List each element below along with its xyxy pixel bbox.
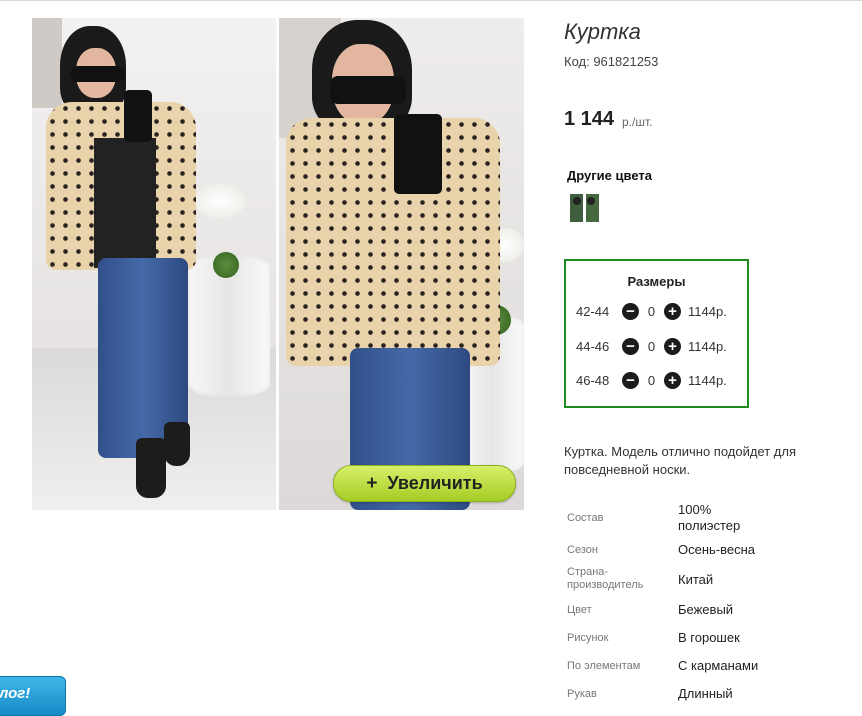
spec-key: По элементам	[567, 660, 641, 672]
product-title: Куртка	[564, 19, 641, 44]
spec-key: Страна-производитель	[567, 566, 644, 591]
size-row: 46-48 − 0 + 1144р.	[576, 369, 727, 391]
photo-poster	[32, 18, 62, 108]
minus-icon[interactable]: −	[622, 337, 639, 355]
spec-key: Рукав	[567, 688, 597, 700]
spec-value: В горошек	[678, 630, 740, 645]
sizes-panel: Размеры 42-44 − 0 + 1144р. 44-46 − 0 + 1…	[564, 259, 749, 408]
model-phone	[394, 114, 442, 194]
other-colors-title: Другие цвета	[567, 168, 652, 183]
size-row: 42-44 − 0 + 1144р.	[576, 300, 727, 322]
minus-icon[interactable]: −	[622, 371, 639, 389]
product-code: Код: 961821253	[564, 54, 659, 69]
plus-icon[interactable]: +	[664, 371, 681, 389]
spec-key: Цвет	[567, 604, 592, 616]
plus-icon[interactable]: +	[664, 302, 681, 320]
size-price: 1144р.	[688, 372, 727, 388]
plus-icon: +	[366, 472, 378, 494]
size-row: 44-46 − 0 + 1144р.	[576, 335, 727, 357]
spec-value: Осень-весна	[678, 542, 756, 557]
photo-plant	[213, 252, 239, 278]
size-label: 44-46	[576, 338, 610, 354]
top-divider	[0, 0, 862, 1]
model-sunglasses	[70, 66, 126, 82]
size-label: 42-44	[576, 303, 610, 319]
spec-key: Рисунок	[567, 632, 609, 644]
size-quantity: 0	[647, 372, 656, 388]
model-sunglasses	[330, 76, 406, 104]
plus-icon[interactable]: +	[664, 337, 681, 355]
blog-badge[interactable]: лог!	[0, 676, 66, 716]
product-photo[interactable]	[32, 18, 524, 510]
size-quantity: 0	[647, 338, 656, 354]
model-phone	[124, 90, 152, 142]
jacket-right	[286, 118, 500, 366]
spec-value: Бежевый	[678, 602, 734, 617]
spec-key: Состав	[567, 512, 604, 524]
zoom-label: Увеличить	[387, 473, 483, 493]
spec-key: Сезон	[567, 544, 598, 556]
boot	[136, 438, 166, 498]
zoom-button[interactable]: + Увеличить	[333, 465, 516, 502]
size-quantity: 0	[647, 303, 656, 319]
spec-value: Длинный	[678, 686, 733, 701]
minus-icon[interactable]: −	[622, 302, 639, 320]
size-price: 1144р.	[688, 338, 727, 354]
size-price: 1144р.	[688, 303, 727, 319]
color-variant-thumbnail[interactable]	[570, 194, 599, 222]
spec-value: Китай	[678, 572, 714, 587]
spec-value: 100% полиэстер	[678, 502, 741, 533]
photo-divider	[276, 18, 279, 510]
boot	[164, 422, 190, 466]
tshirt	[94, 138, 156, 268]
spec-value: С карманами	[678, 658, 759, 673]
price-unit: р./шт.	[622, 115, 653, 129]
photo-flowers	[194, 184, 246, 218]
size-label: 46-48	[576, 372, 610, 388]
price: 1 144	[564, 108, 615, 130]
sizes-title: Размеры	[627, 274, 686, 289]
product-description: Куртка. Модель отлично подойдет для повс…	[564, 444, 797, 477]
